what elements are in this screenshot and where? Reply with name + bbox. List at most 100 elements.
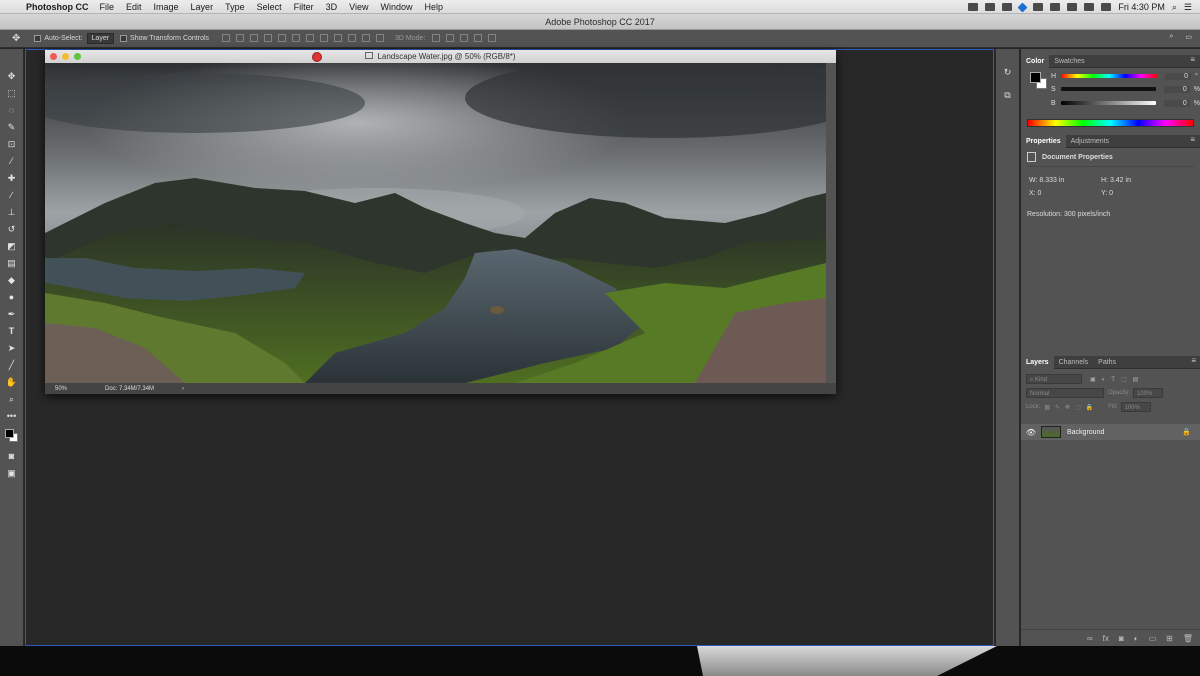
search-icon[interactable]: ⌕ — [1172, 2, 1177, 13]
3d-pan-icon[interactable] — [460, 33, 469, 42]
workspace-icon[interactable]: ▭ — [1185, 33, 1192, 41]
color-swatches[interactable] — [3, 427, 21, 445]
tab-adjustments[interactable]: Adjustments — [1066, 135, 1115, 148]
adjustment-layer-icon[interactable]: ◐ — [1134, 634, 1139, 643]
menu-filter[interactable]: Filter — [294, 2, 314, 12]
volume-icon[interactable] — [1084, 3, 1095, 11]
panel-menu-icon[interactable]: ≡ — [1191, 356, 1196, 365]
quick-selection-tool-icon[interactable]: ✎ — [5, 120, 19, 134]
tab-properties[interactable]: Properties — [1021, 134, 1066, 148]
x-value[interactable]: X: 0 — [1029, 190, 1101, 197]
menu-window[interactable]: Window — [380, 2, 412, 12]
align-vcenter-icon[interactable] — [236, 33, 245, 42]
tab-paths[interactable]: Paths — [1093, 356, 1121, 369]
brightness-track[interactable] — [1060, 101, 1156, 105]
crop-tool-icon[interactable]: ⊡ — [5, 137, 19, 151]
move-tool-icon[interactable]: ✥ — [12, 33, 20, 44]
width-value[interactable]: W: 8.333 in — [1029, 177, 1101, 184]
bluetooth-icon[interactable] — [1050, 3, 1061, 11]
layer-name[interactable]: Background — [1067, 429, 1182, 436]
search-icon[interactable]: ⌕ — [1169, 33, 1173, 41]
wifi-icon[interactable] — [1067, 3, 1078, 11]
layer-mask-icon[interactable]: ◙ — [1119, 634, 1124, 643]
align-left-icon[interactable] — [264, 33, 273, 42]
dodge-tool-icon[interactable]: ● — [5, 290, 19, 304]
more-tools-icon[interactable]: ••• — [5, 409, 19, 423]
distribute-left-icon[interactable] — [348, 33, 357, 42]
notification-icon[interactable]: ☰ — [1184, 2, 1192, 13]
tab-layers[interactable]: Layers — [1021, 355, 1054, 369]
delete-layer-icon[interactable]: 🗑 — [1183, 634, 1193, 643]
3d-roll-icon[interactable] — [446, 33, 455, 42]
layer-style-icon[interactable]: fx — [1103, 634, 1109, 643]
tab-color[interactable]: Color — [1021, 54, 1050, 68]
tab-swatches[interactable]: Swatches — [1049, 55, 1089, 68]
saturation-value[interactable]: 0 — [1163, 85, 1190, 93]
quick-mask-icon[interactable]: ◙ — [5, 449, 19, 463]
auto-select-checkbox[interactable] — [34, 35, 42, 42]
distribute-bottom-icon[interactable] — [334, 33, 343, 42]
menu-layer[interactable]: Layer — [191, 2, 214, 12]
airplay-icon[interactable] — [1033, 3, 1044, 11]
opacity-field[interactable]: 100% — [1133, 388, 1164, 398]
clone-stamp-tool-icon[interactable]: ⊥ — [5, 205, 19, 219]
panel-menu-icon[interactable]: ≡ — [1190, 55, 1195, 64]
hand-tool-icon[interactable]: ✋ — [5, 375, 19, 389]
saturation-track[interactable] — [1060, 87, 1156, 91]
distribute-right-icon[interactable] — [376, 33, 385, 42]
lasso-tool-icon[interactable]: ◌ — [5, 103, 19, 117]
menu-help[interactable]: Help — [424, 2, 443, 12]
history-panel-icon[interactable]: ↻ — [1001, 67, 1015, 81]
align-top-icon[interactable] — [222, 33, 231, 42]
minimize-button[interactable] — [62, 53, 69, 60]
eraser-tool-icon[interactable]: ◩ — [5, 239, 19, 253]
path-selection-tool-icon[interactable]: ➤ — [5, 341, 19, 355]
menu-view[interactable]: View — [349, 2, 368, 12]
3d-rotate-icon[interactable] — [432, 33, 441, 42]
foreground-color-swatch[interactable] — [4, 429, 14, 438]
blur-tool-icon[interactable]: ◆ — [5, 273, 19, 287]
zoom-tool-icon[interactable]: ⌕ — [5, 392, 19, 406]
tab-channels[interactable]: Channels — [1054, 356, 1094, 369]
healing-brush-tool-icon[interactable]: ✚ — [5, 171, 19, 185]
distribute-vcenter-icon[interactable] — [320, 33, 329, 42]
battery-icon[interactable] — [1101, 3, 1112, 11]
creative-cloud-icon[interactable] — [985, 3, 996, 11]
menu-select[interactable]: Select — [257, 2, 282, 12]
layer-dropdown[interactable]: Layer — [86, 33, 115, 44]
saturation-slider[interactable]: S 0 % — [1021, 82, 1200, 96]
type-tool-icon[interactable]: T — [5, 324, 19, 338]
foreground-color-swatch[interactable] — [1030, 72, 1041, 83]
panel-menu-icon[interactable]: ≡ — [1190, 135, 1195, 144]
distribute-top-icon[interactable] — [306, 33, 315, 42]
pen-tool-icon[interactable]: ✒ — [5, 307, 19, 321]
menu-3d[interactable]: 3D — [326, 2, 338, 12]
history-brush-tool-icon[interactable]: ↺ — [5, 222, 19, 236]
gradient-tool-icon[interactable]: ▤ — [5, 256, 19, 270]
menu-file[interactable]: File — [100, 2, 115, 12]
properties-panel-icon[interactable]: ⧉ — [1001, 90, 1015, 104]
show-transform-checkbox[interactable] — [120, 35, 128, 42]
screen-mode-icon[interactable]: ▣ — [5, 466, 19, 480]
new-layer-icon[interactable]: ⊞ — [1166, 634, 1173, 643]
kind-filter-dropdown[interactable]: ⌕ Kind — [1026, 374, 1082, 384]
document-window[interactable]: Landscape Water.jpg @ 50% (RGB/8*) 50% D… — [45, 50, 836, 394]
document-title-bar[interactable]: Landscape Water.jpg @ 50% (RGB/8*) — [45, 50, 836, 63]
menu-image[interactable]: Image — [154, 2, 179, 12]
new-group-icon[interactable]: ▭ — [1149, 634, 1157, 643]
app-menu[interactable]: Photoshop CC — [26, 2, 89, 12]
clock[interactable]: Fri 4:30 PM — [1118, 2, 1165, 12]
screen-record-icon[interactable] — [968, 3, 979, 11]
visibility-eye-icon[interactable]: 👁 — [1021, 428, 1041, 437]
link-layers-icon[interactable]: ∞ — [1087, 634, 1093, 643]
marquee-tool-icon[interactable]: ⬚ — [5, 86, 19, 100]
close-button[interactable] — [50, 53, 57, 60]
zoom-level[interactable]: 50% — [55, 386, 95, 392]
align-hcenter-icon[interactable] — [278, 33, 287, 42]
filter-type-icons[interactable]: ▣◐T⬚▤ — [1090, 376, 1144, 383]
line-tool-icon[interactable]: ╱ — [5, 358, 19, 372]
dropbox-icon[interactable] — [1017, 2, 1028, 12]
lock-icons[interactable]: ▦✎✥⬚🔒 — [1044, 404, 1098, 411]
brightness-slider[interactable]: B 0 % — [1021, 96, 1200, 110]
sync-icon[interactable] — [1002, 3, 1013, 11]
